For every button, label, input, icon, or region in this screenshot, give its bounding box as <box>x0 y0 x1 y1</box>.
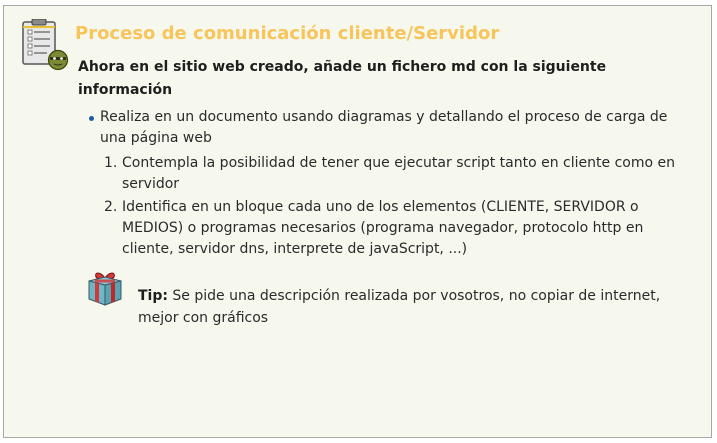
numbered-item-number: 2. <box>104 199 118 215</box>
numbered-item-text: Contempla la posibilidad de tener que ej… <box>122 155 675 192</box>
numbered-item: 2. Identifica en un bloque cada uno de l… <box>104 197 682 260</box>
activity-title: Proceso de comunicación cliente/Servidor <box>75 23 500 44</box>
list-item: Realiza en un documento usando diagramas… <box>89 107 680 260</box>
gift-box-icon <box>88 272 122 306</box>
activity-content: Realiza en un documento usando diagramas… <box>4 107 704 262</box>
tip-text: Tip: Se pide una descripción realizada p… <box>138 285 678 329</box>
bullet-icon <box>89 116 94 121</box>
numbered-item: 1. Contempla la posibilidad de tener que… <box>104 153 682 195</box>
numbered-item-text: Identifica en un bloque cada uno de los … <box>122 199 644 257</box>
clipboard-task-icon <box>22 19 69 71</box>
bullet-list: Realiza en un documento usando diagramas… <box>4 107 704 260</box>
activity-panel: Proceso de comunicación cliente/Servidor… <box>3 5 712 438</box>
list-item-text: Realiza en un documento usando diagramas… <box>100 109 668 146</box>
tip-body: Se pide una descripción realizada por vo… <box>138 288 661 326</box>
tip-label: Tip: <box>138 288 168 304</box>
activity-subtitle: Ahora en el sitio web creado, añade un f… <box>78 59 607 98</box>
numbered-list: 1. Contempla la posibilidad de tener que… <box>100 153 680 260</box>
numbered-item-number: 1. <box>104 155 118 171</box>
